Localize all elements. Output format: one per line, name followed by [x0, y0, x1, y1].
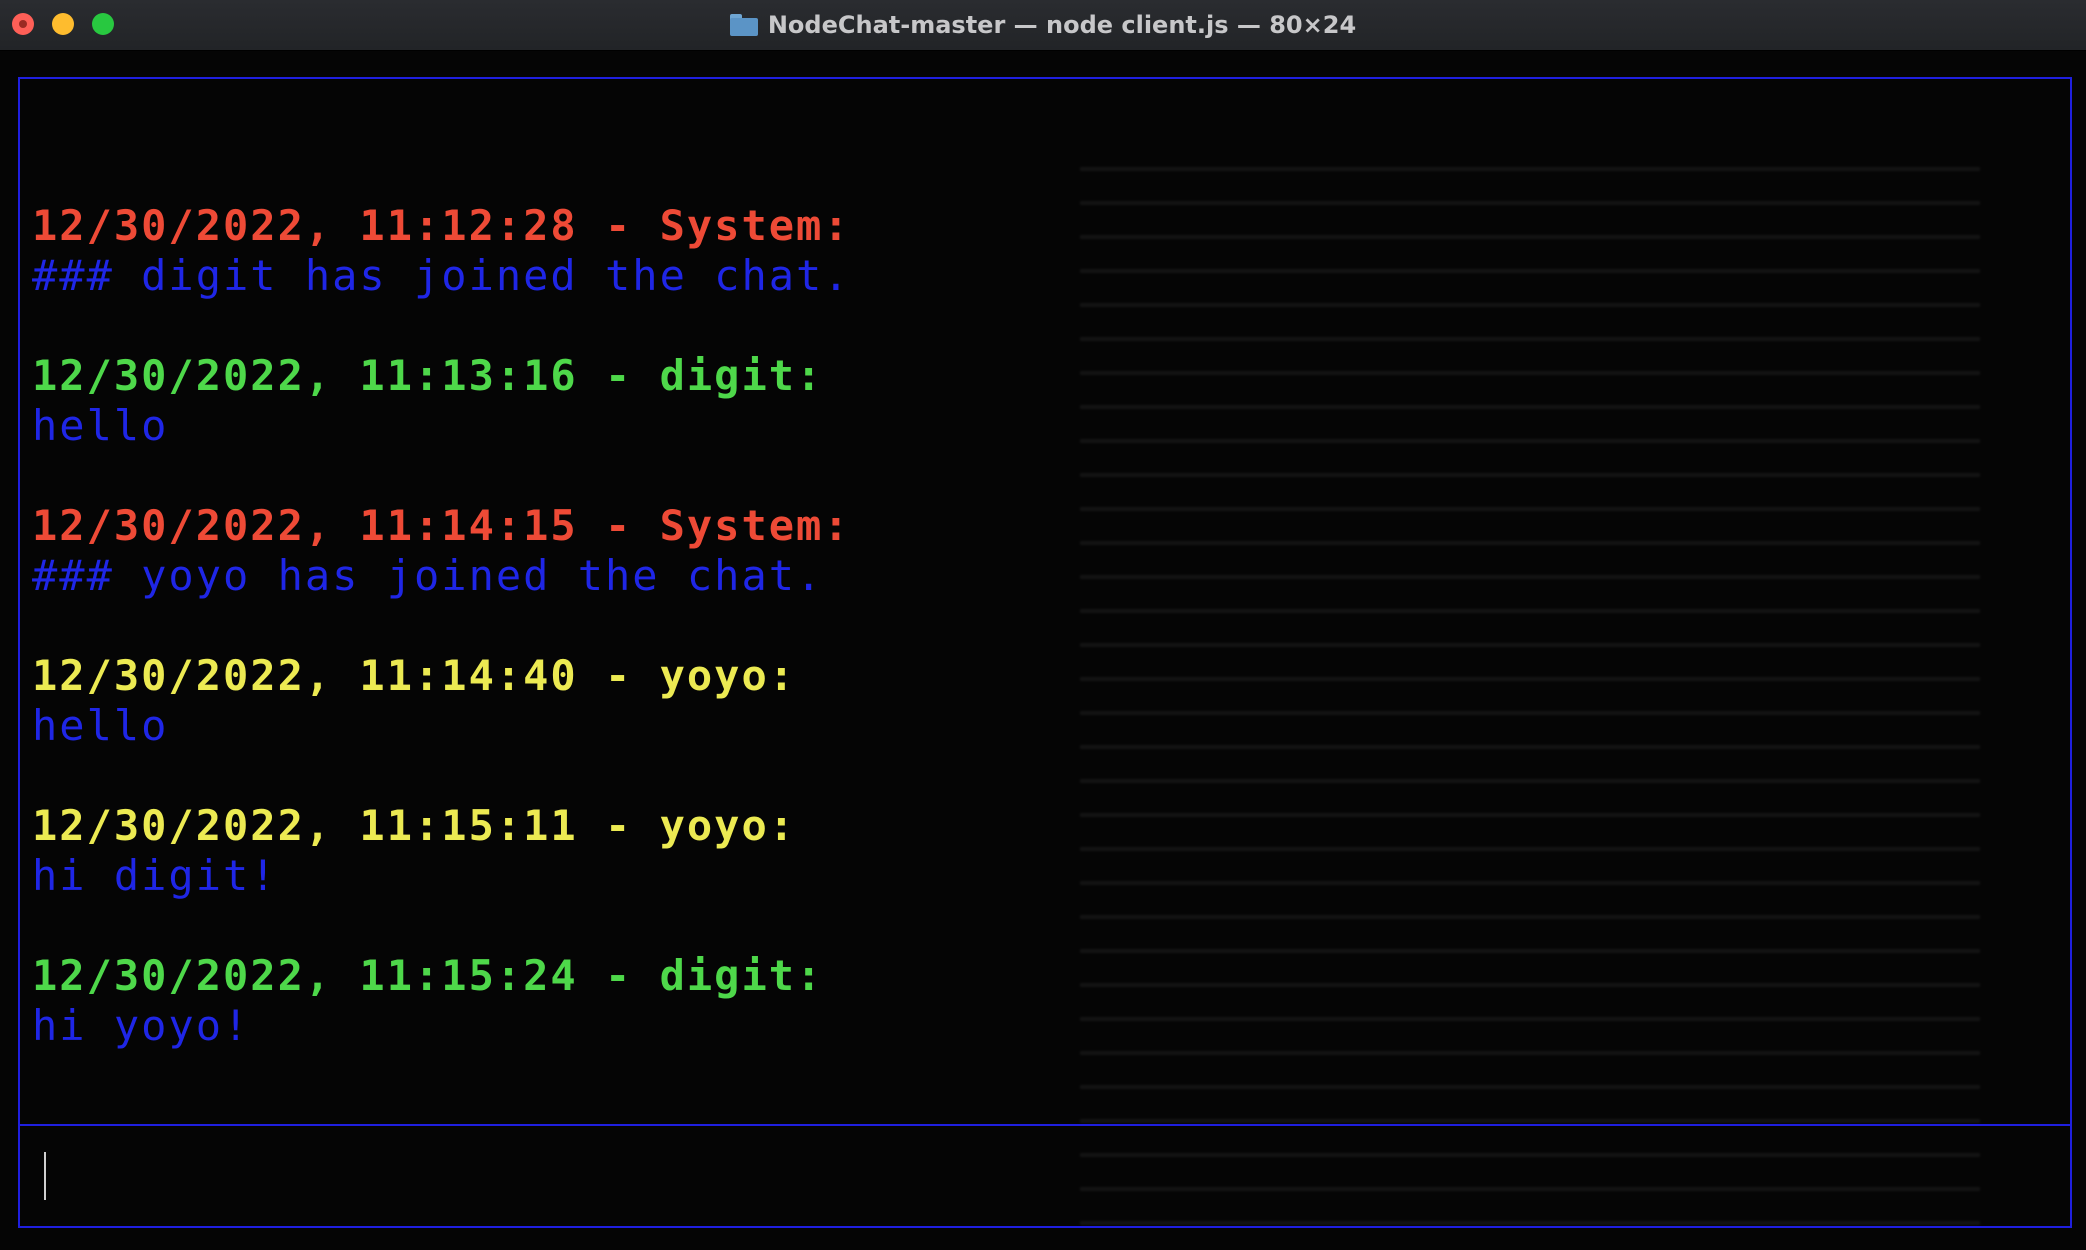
terminal-window: NodeChat-master — node client.js — 80×24… [0, 0, 2086, 1250]
message-header: 12/30/2022, 11:15:24 - digit: [32, 951, 824, 1000]
chat-message: 12/30/2022, 11:15:24 - digit: hi yoyo! [32, 951, 851, 1051]
chat-message: 12/30/2022, 11:15:11 - yoyo: hi digit! [32, 801, 851, 901]
chat-message: 12/30/2022, 11:13:16 - digit: hello [32, 351, 851, 451]
message-header: 12/30/2022, 11:14:40 - yoyo: [32, 651, 797, 700]
chat-message: 12/30/2022, 11:14:15 - System: ### yoyo … [32, 501, 851, 601]
message-header: 12/30/2022, 11:12:28 - System: [32, 201, 851, 250]
message-list: 12/30/2022, 11:12:28 - System: ### digit… [32, 201, 851, 1101]
message-header: 12/30/2022, 11:14:15 - System: [32, 501, 851, 550]
text-cursor [44, 1152, 46, 1200]
message-body: hi digit! [32, 851, 278, 900]
chat-message: 12/30/2022, 11:14:40 - yoyo: hello [32, 651, 851, 751]
message-body: hello [32, 401, 169, 450]
message-body: hi yoyo! [32, 1001, 251, 1050]
message-body: ### yoyo has joined the chat. [32, 551, 824, 600]
chat-message: 12/30/2022, 11:12:28 - System: ### digit… [32, 201, 851, 301]
title-bar: NodeChat-master — node client.js — 80×24 [0, 0, 2086, 51]
message-header: 12/30/2022, 11:13:16 - digit: [32, 351, 824, 400]
message-body: ### digit has joined the chat. [32, 251, 851, 300]
terminal-content: 12/30/2022, 11:12:28 - System: ### digit… [0, 51, 2086, 1250]
folder-icon [729, 14, 758, 36]
message-input-box[interactable] [18, 1124, 2072, 1228]
message-body: hello [32, 701, 169, 750]
message-header: 12/30/2022, 11:15:11 - yoyo: [32, 801, 797, 850]
window-title: NodeChat-master — node client.js — 80×24 [0, 0, 2086, 50]
window-title-text: NodeChat-master — node client.js — 80×24 [767, 11, 1357, 39]
